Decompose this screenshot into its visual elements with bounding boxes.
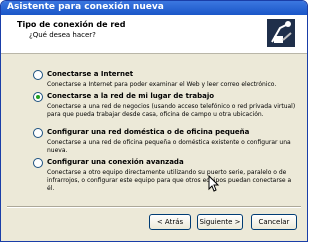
wizard-header: Tipo de conexión de red ¿Qué desea hacer… <box>1 15 307 54</box>
option-label: Conectarse a la red de mi lugar de traba… <box>47 92 215 100</box>
radio-button[interactable] <box>33 70 43 80</box>
option-description: Conectarse a una red de negocios (usando… <box>47 103 296 118</box>
option-description: Conectarse a otro equipo directamente ut… <box>47 169 292 192</box>
separator <box>7 206 301 208</box>
option-label: Configurar una red doméstica o de oficin… <box>47 128 250 136</box>
wizard-window: Asistente para conexión nueva Tipo de co… <box>0 0 308 242</box>
radio-button-selected[interactable] <box>33 92 43 102</box>
mouse-pointer-icon <box>208 175 220 192</box>
page-title: Tipo de conexión de red <box>17 20 126 29</box>
option-label: Configurar una conexión avanzada <box>47 158 184 166</box>
option-description: Conectarse a Internet para poder examina… <box>47 81 277 88</box>
title-bar[interactable]: Asistente para conexión nueva <box>1 1 307 15</box>
radio-button[interactable] <box>33 128 43 138</box>
back-button[interactable]: < Atrás <box>149 214 191 230</box>
page-subtitle: ¿Qué desea hacer? <box>29 31 96 39</box>
cancel-button[interactable]: Cancelar <box>251 214 297 230</box>
option-label: Conectarse a Internet <box>47 70 134 78</box>
radio-button[interactable] <box>33 158 43 168</box>
window-title: Asistente para conexión nueva <box>7 2 164 12</box>
radio-dot-icon <box>36 95 40 99</box>
next-button[interactable]: Siguiente > <box>197 214 243 230</box>
network-wizard-icon <box>267 19 295 47</box>
options-area: Conectarse a Internet Conectarse a Inter… <box>1 54 307 204</box>
option-description: Conectarse a una red de oficina pequeña … <box>47 139 291 154</box>
